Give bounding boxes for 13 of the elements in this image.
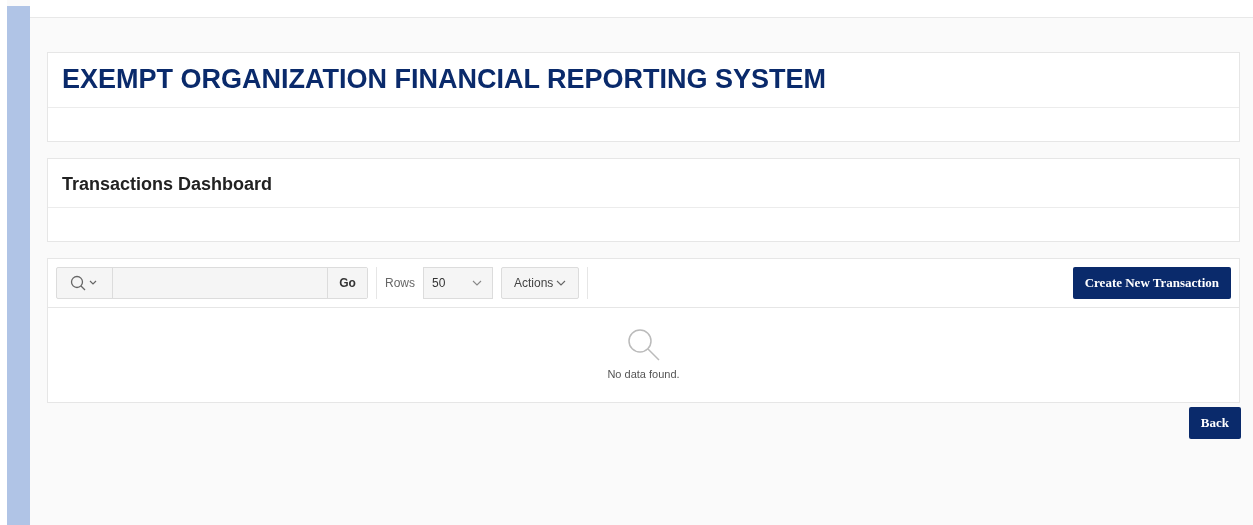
rows-label: Rows xyxy=(385,275,415,292)
back-button[interactable]: Back xyxy=(1188,407,1241,439)
page-title: EXEMPT ORGANIZATION FINANCIAL REPORTING SYSTEM xyxy=(61,63,828,96)
chevron-icon xyxy=(472,280,482,286)
panel-title: Transactions Dashboard xyxy=(61,173,274,196)
create-transaction-button[interactable]: Create New Transaction xyxy=(1072,267,1231,299)
search-icon xyxy=(626,327,661,362)
go-button[interactable]: Go xyxy=(327,268,367,298)
rows-select[interactable]: 50 xyxy=(423,267,493,299)
chevron-icon xyxy=(556,280,567,286)
empty-message: No data found. xyxy=(607,366,680,382)
actions-button[interactable]: Actions xyxy=(501,267,580,299)
search-field[interactable]: Go xyxy=(56,267,368,299)
